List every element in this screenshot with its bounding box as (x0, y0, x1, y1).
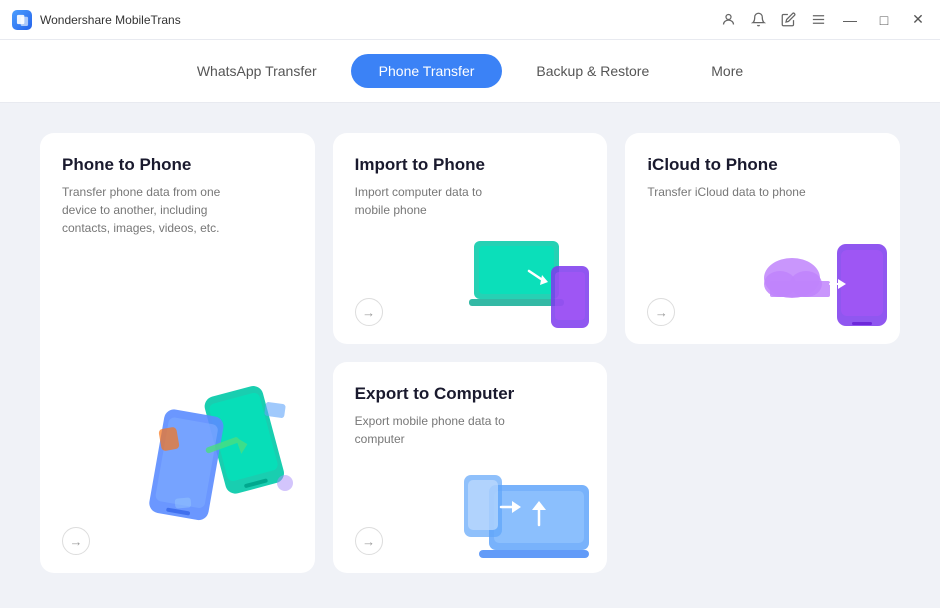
tab-backup-restore[interactable]: Backup & Restore (508, 54, 677, 88)
card-icloud-title: iCloud to Phone (647, 155, 878, 175)
export-illustration (459, 455, 599, 565)
card-export-arrow[interactable]: → (355, 527, 383, 555)
edit-icon[interactable] (780, 12, 796, 28)
card-phone-to-phone-desc: Transfer phone data from one device to a… (62, 183, 222, 237)
phone-to-phone-illustration (135, 343, 305, 533)
card-phone-to-phone[interactable]: Phone to Phone Transfer phone data from … (40, 133, 315, 573)
card-export-title: Export to Computer (355, 384, 586, 404)
tab-more[interactable]: More (683, 54, 771, 88)
nav-tabs: WhatsApp Transfer Phone Transfer Backup … (0, 40, 940, 103)
import-illustration (469, 226, 599, 336)
card-import-to-phone[interactable]: Import to Phone Import computer data to … (333, 133, 608, 344)
card-export-desc: Export mobile phone data to computer (355, 412, 515, 448)
app-title: Wondershare MobileTrans (40, 13, 181, 27)
card-phone-to-phone-arrow[interactable]: → (62, 527, 90, 555)
minimize-button[interactable]: — (840, 10, 860, 30)
user-icon[interactable] (720, 12, 736, 28)
card-import-arrow[interactable]: → (355, 298, 383, 326)
app-icon (12, 10, 32, 30)
maximize-button[interactable]: □ (874, 10, 894, 30)
card-icloud-arrow[interactable]: → (647, 298, 675, 326)
notification-icon[interactable] (750, 12, 766, 28)
card-import-desc: Import computer data to mobile phone (355, 183, 515, 219)
menu-icon[interactable] (810, 12, 826, 28)
tab-phone-transfer[interactable]: Phone Transfer (351, 54, 503, 88)
title-bar-left: Wondershare MobileTrans (12, 10, 181, 30)
close-button[interactable]: ✕ (908, 10, 928, 30)
card-export-to-computer[interactable]: Export to Computer Export mobile phone d… (333, 362, 608, 573)
card-icloud-desc: Transfer iCloud data to phone (647, 183, 807, 201)
tab-whatsapp[interactable]: WhatsApp Transfer (169, 54, 345, 88)
icloud-illustration (762, 226, 892, 336)
card-phone-to-phone-title: Phone to Phone (62, 155, 293, 175)
main-content: Phone to Phone Transfer phone data from … (0, 103, 940, 603)
title-bar: Wondershare MobileTrans — □ ✕ (0, 0, 940, 40)
title-bar-right: — □ ✕ (720, 10, 928, 30)
card-import-title: Import to Phone (355, 155, 586, 175)
card-icloud-to-phone[interactable]: iCloud to Phone Transfer iCloud data to … (625, 133, 900, 344)
